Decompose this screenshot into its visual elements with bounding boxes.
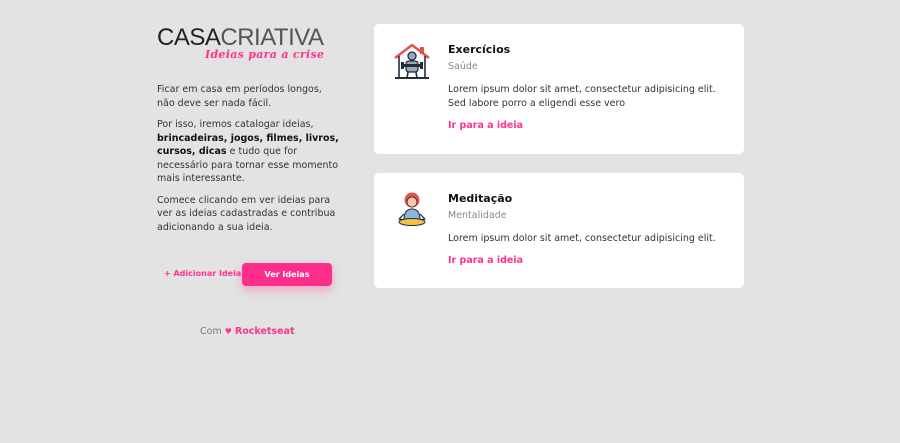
meditation-icon [392,190,432,230]
logo-wordmark: CASACRIATIVA [157,26,339,50]
card-description: Lorem ipsum dolor sit amet, consectetur … [448,233,716,244]
card-body: Meditação Mentalidade Lorem ipsum dolor … [448,191,728,267]
intro-paragraph: Ficar em casa em períodos longos, não de… [157,84,322,109]
card-title: Meditação [448,192,513,205]
view-ideas-button[interactable]: Ver Ideias [242,263,332,286]
logo-word-casa: CASA [157,24,221,51]
card-category: Mentalidade [448,210,507,221]
heart-icon: ♥ [224,327,232,336]
idea-card: Meditação Mentalidade Lorem ipsum dolor … [374,173,744,288]
logo: CASACRIATIVA Ideias para a crise [157,26,339,66]
sidebar: CASACRIATIVA Ideias para a crise Ficar e… [157,26,339,234]
footer-brand-link[interactable]: Rocketseat [235,326,295,337]
add-idea-link[interactable]: + Adicionar Ideia [164,269,241,278]
card-link[interactable]: Ir para a ideia [448,255,523,266]
card-category: Saúde [448,61,478,72]
card-title: Exercícios [448,43,511,56]
footer-prefix: Com [200,326,222,337]
card-link[interactable]: Ir para a ideia [448,120,523,131]
card-description: Lorem ipsum dolor sit amet, consectetur … [448,84,716,109]
start-paragraph: Comece clicando em ver ideias para ver a… [157,194,336,233]
house-workout-icon [392,42,432,82]
footer: Com ♥ Rocketseat [200,326,295,337]
sidebar-actions: + Adicionar Ideia Ver Ideias [164,263,334,286]
idea-card: Exercícios Saúde Lorem ipsum dolor sit a… [374,24,744,154]
card-body: Exercícios Saúde Lorem ipsum dolor sit a… [448,42,728,132]
catalog-intro: Por isso, iremos catalogar ideias, [157,119,314,130]
catalog-paragraph: Por isso, iremos catalogar ideias, brinc… [157,118,339,186]
logo-tagline: Ideias para a crise [205,48,325,61]
logo-word-criativa: CRIATIVA [220,24,324,51]
